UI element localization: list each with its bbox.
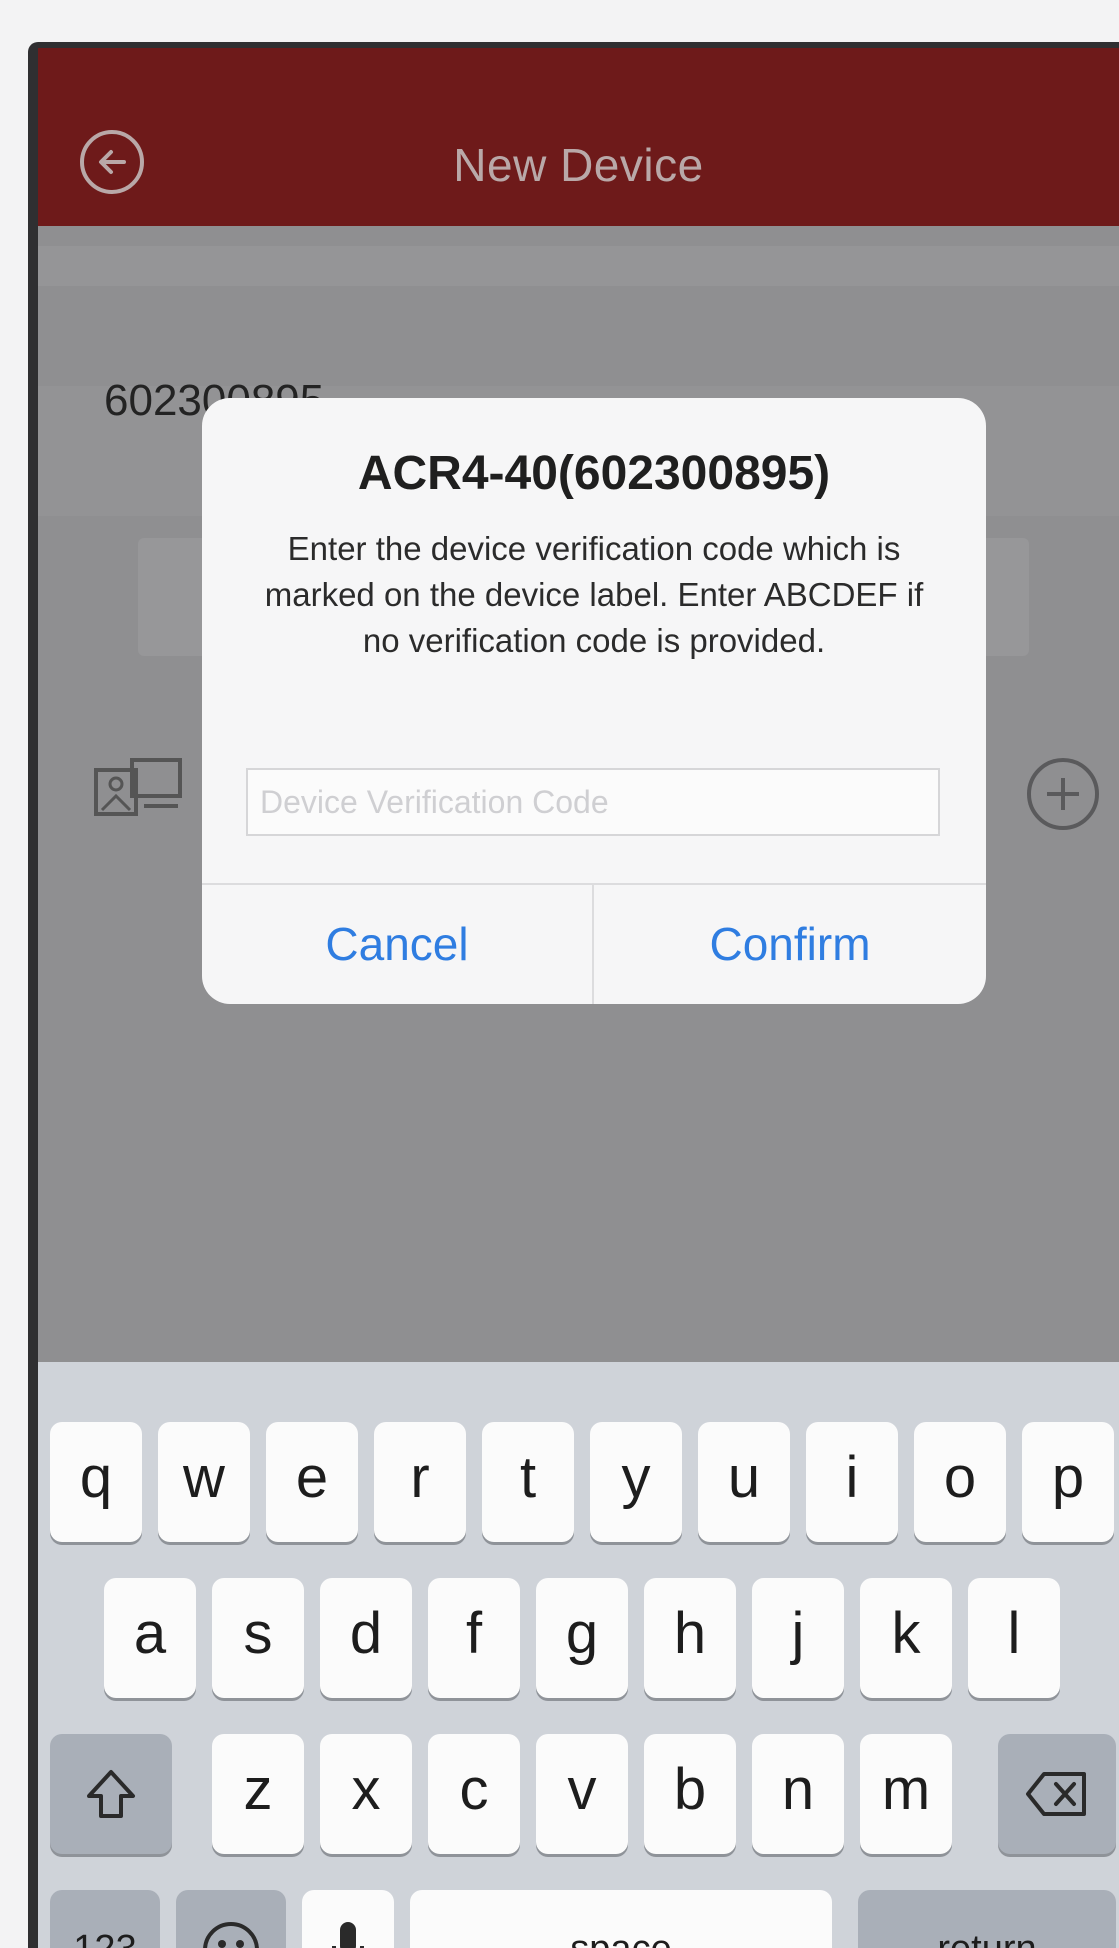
key-f[interactable]: f — [428, 1578, 520, 1698]
key-n[interactable]: n — [752, 1734, 844, 1854]
space-key[interactable]: space — [410, 1890, 832, 1948]
key-i[interactable]: i — [806, 1422, 898, 1542]
key-m[interactable]: m — [860, 1734, 952, 1854]
key-o[interactable]: o — [914, 1422, 1006, 1542]
key-w[interactable]: w — [158, 1422, 250, 1542]
key-s[interactable]: s — [212, 1578, 304, 1698]
key-v[interactable]: v — [536, 1734, 628, 1854]
key-p[interactable]: p — [1022, 1422, 1114, 1542]
key-h[interactable]: h — [644, 1578, 736, 1698]
key-q[interactable]: q — [50, 1422, 142, 1542]
mic-icon — [332, 1922, 364, 1948]
phone-screen: New Device 602300895 ACR4-40(602300895) … — [28, 42, 1119, 1948]
mic-key[interactable] — [302, 1890, 394, 1948]
delete-key[interactable] — [998, 1734, 1116, 1854]
key-l[interactable]: l — [968, 1578, 1060, 1698]
page-title: New Device — [453, 139, 704, 191]
key-u[interactable]: u — [698, 1422, 790, 1542]
key-b[interactable]: b — [644, 1734, 736, 1854]
return-key[interactable]: return — [858, 1890, 1116, 1948]
shift-icon — [87, 1770, 135, 1818]
key-r[interactable]: r — [374, 1422, 466, 1542]
emoji-icon — [203, 1922, 259, 1948]
key-t[interactable]: t — [482, 1422, 574, 1542]
key-g[interactable]: g — [536, 1578, 628, 1698]
background-band — [38, 246, 1119, 286]
shift-key[interactable] — [50, 1734, 172, 1854]
key-a[interactable]: a — [104, 1578, 196, 1698]
key-d[interactable]: d — [320, 1578, 412, 1698]
key-c[interactable]: c — [428, 1734, 520, 1854]
key-y[interactable]: y — [590, 1422, 682, 1542]
dialog-message: Enter the device verification code which… — [264, 530, 924, 659]
verification-dialog: ACR4-40(602300895) Enter the device veri… — [202, 398, 986, 1004]
delete-icon — [1026, 1772, 1086, 1816]
emoji-key[interactable] — [176, 1890, 286, 1948]
add-icon[interactable] — [1027, 758, 1099, 830]
nav-header: New Device — [38, 48, 1119, 226]
key-x[interactable]: x — [320, 1734, 412, 1854]
onscreen-keyboard: q w e r t y u i o p a s d f g h j k l z … — [38, 1362, 1119, 1948]
key-e[interactable]: e — [266, 1422, 358, 1542]
key-j[interactable]: j — [752, 1578, 844, 1698]
verification-code-input[interactable] — [246, 768, 940, 836]
cancel-button[interactable]: Cancel — [202, 885, 592, 1004]
dialog-title: ACR4-40(602300895) — [357, 447, 831, 500]
key-z[interactable]: z — [212, 1734, 304, 1854]
numbers-key[interactable]: 123 — [50, 1890, 160, 1948]
device-icon — [94, 756, 194, 821]
confirm-button[interactable]: Confirm — [594, 885, 986, 1004]
key-k[interactable]: k — [860, 1578, 952, 1698]
